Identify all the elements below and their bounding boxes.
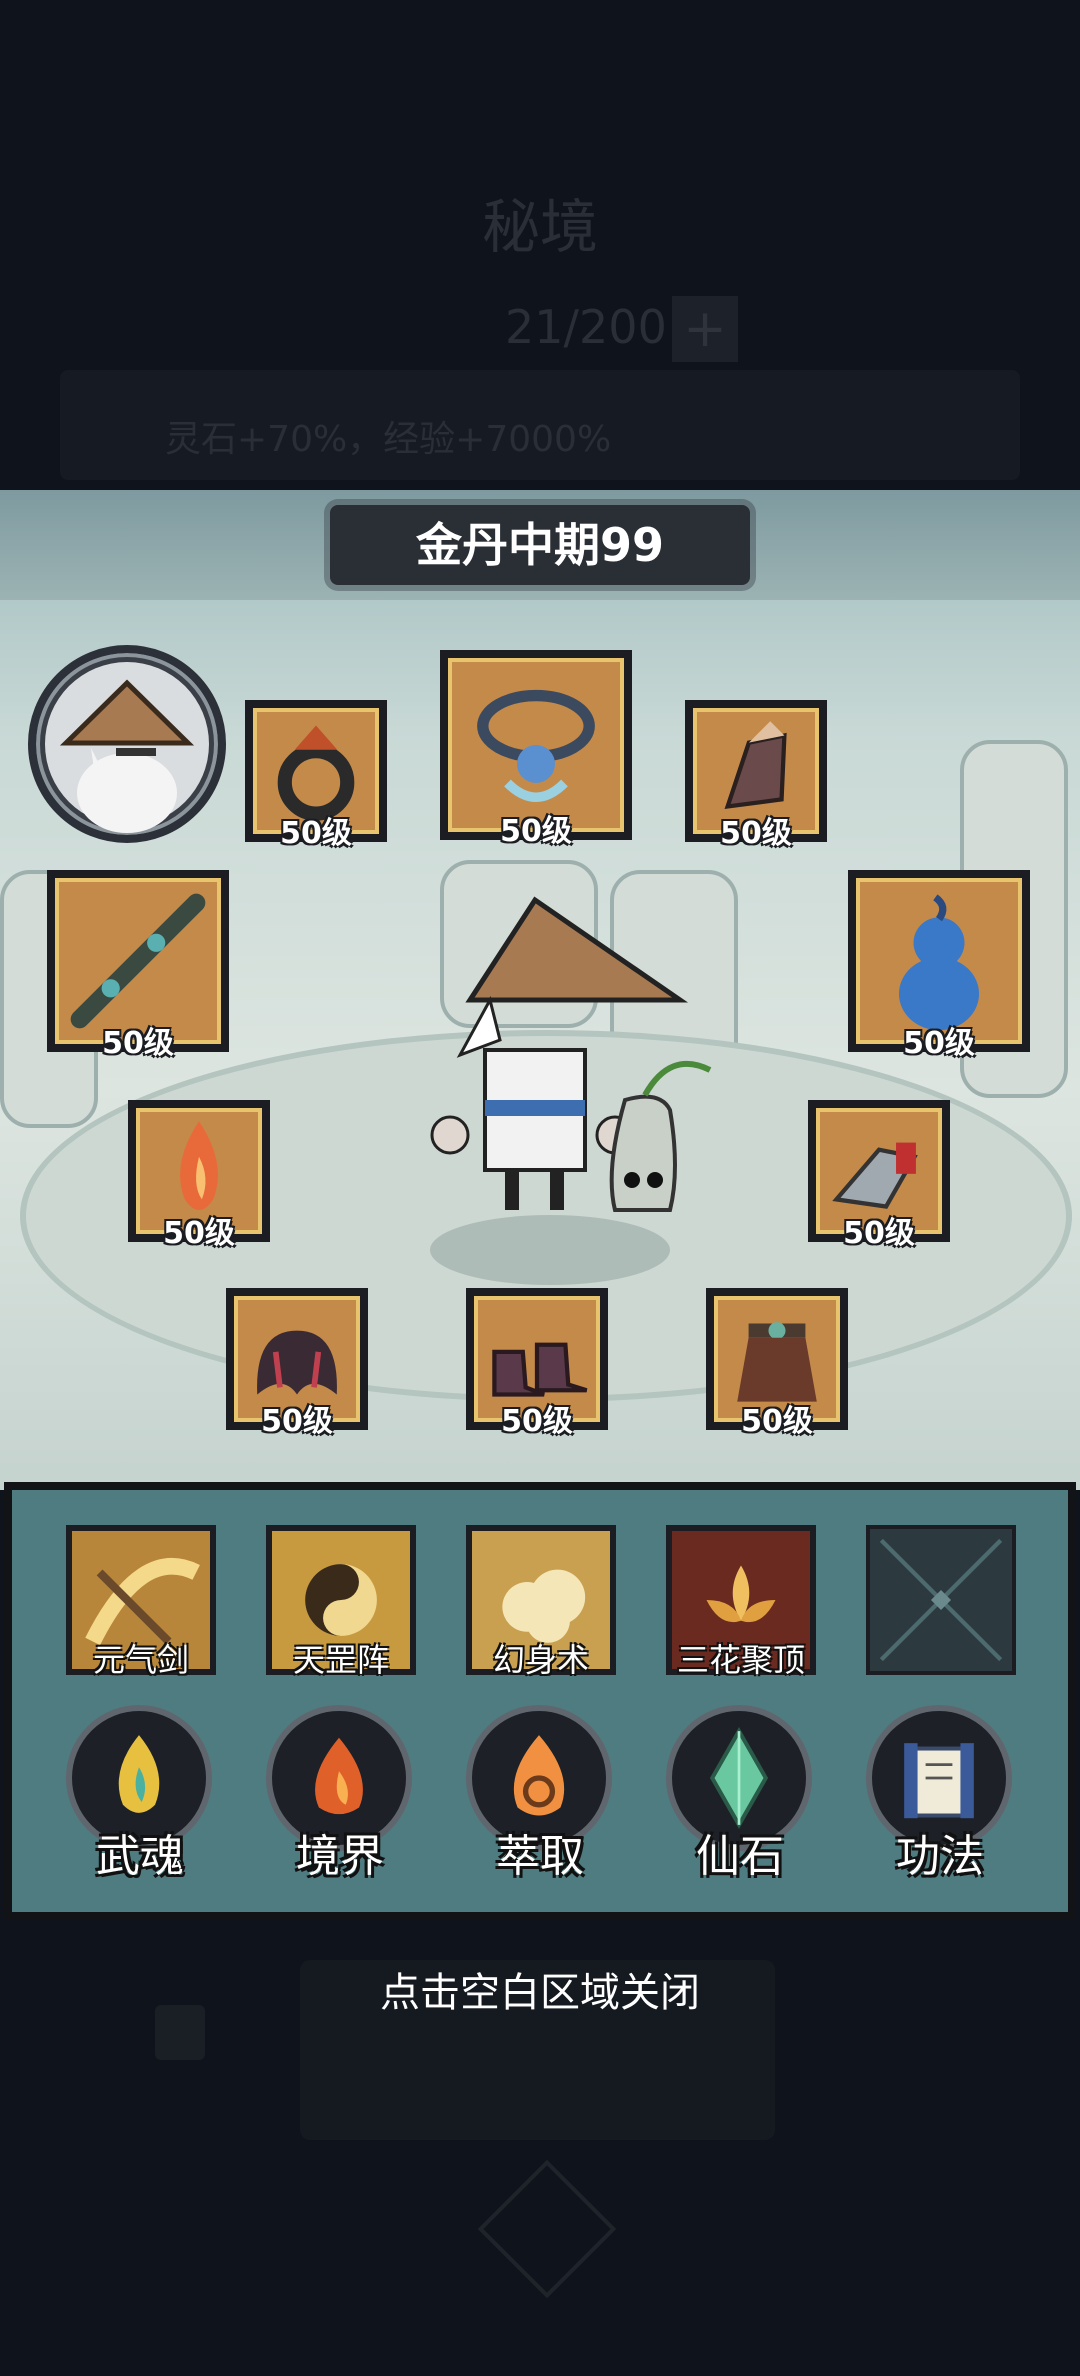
slot-level: 50级 xyxy=(102,1026,174,1061)
slot-level: 50级 xyxy=(741,1404,813,1439)
equip-slot-flame[interactable]: 50级 xyxy=(128,1100,270,1251)
dungeon-title: 秘境 xyxy=(481,193,598,261)
close-hint: 点击空白区域关闭 xyxy=(380,1970,700,2016)
slot-level: 50级 xyxy=(843,1216,915,1251)
slot-level: 50级 xyxy=(500,814,572,849)
slot-level: 50级 xyxy=(501,1404,573,1439)
slot-level: 50级 xyxy=(903,1026,975,1061)
avatar[interactable] xyxy=(28,645,226,843)
skill-label: 元气剑 xyxy=(92,1641,189,1679)
realm-title: 金丹中期99 xyxy=(415,518,664,572)
empty-slot-icon xyxy=(879,1538,1003,1662)
equip-slot-boots[interactable]: 50级 xyxy=(466,1288,608,1439)
equip-slot-armguard[interactable]: 50级 xyxy=(808,1100,950,1251)
skill-slot-empty[interactable] xyxy=(866,1525,1016,1675)
stamina-count: 21/200 xyxy=(505,300,667,354)
skill-label: 天罡阵 xyxy=(292,1641,389,1679)
character-figure xyxy=(430,896,712,1285)
equip-slot-skirt[interactable]: 50级 xyxy=(706,1288,848,1439)
hat-avatar-icon xyxy=(45,662,209,833)
skill-slot-huanshenshu[interactable]: 幻身术 xyxy=(466,1525,616,1679)
equip-slot-weapon[interactable]: 50级 xyxy=(47,870,229,1061)
slot-level: 50级 xyxy=(280,816,352,851)
skill-label: 幻身术 xyxy=(492,1641,589,1679)
skill-slot-yuanqijian[interactable]: 元气剑 xyxy=(66,1525,216,1679)
wuhun-label: 武魂 xyxy=(96,1831,184,1882)
skill-slot-tiangangzhen[interactable]: 天罡阵 xyxy=(266,1525,416,1679)
cuiqu-label: 萃取 xyxy=(496,1831,584,1882)
equip-slot-ring[interactable]: 50级 xyxy=(245,700,387,851)
skill-label: 三花聚顶 xyxy=(676,1641,805,1679)
slot-level: 50级 xyxy=(720,816,792,851)
skill-slot-sanhuajuding[interactable]: 三花聚顶 xyxy=(666,1525,816,1679)
equip-slot-bracer[interactable]: 50级 xyxy=(685,700,827,851)
xianshi-label: 仙石 xyxy=(696,1831,784,1882)
equip-slot-wings[interactable]: 50级 xyxy=(226,1288,368,1439)
jingjie-label: 境界 xyxy=(296,1831,384,1882)
equip-slot-necklace[interactable]: 50级 xyxy=(440,650,632,849)
slot-level: 50级 xyxy=(163,1216,235,1251)
add-stamina-button: + xyxy=(672,296,738,362)
bonus-text: 灵石+70%，经验+7000% xyxy=(165,419,612,460)
gongfa-label: 功法 xyxy=(896,1831,984,1882)
slot-level: 50级 xyxy=(261,1404,333,1439)
equip-slot-gourd[interactable]: 50级 xyxy=(848,870,1030,1061)
